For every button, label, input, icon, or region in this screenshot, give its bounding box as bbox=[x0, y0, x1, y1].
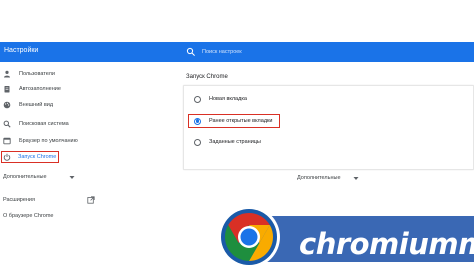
sidebar-item-label: Браузер по умолчанию bbox=[19, 138, 78, 144]
startup-option-continue[interactable]: Ранее открытые вкладки bbox=[188, 114, 280, 128]
chevron-down-icon bbox=[353, 176, 359, 180]
sidebar-item-label: Автозаполнение bbox=[19, 86, 61, 92]
settings-header: Настройки bbox=[0, 42, 474, 62]
page-title: Настройки bbox=[4, 47, 39, 54]
radio-button[interactable] bbox=[194, 95, 201, 103]
browser-icon bbox=[3, 137, 11, 145]
sidebar-item-appearance[interactable]: Внешний вид bbox=[0, 99, 53, 111]
clipboard-icon bbox=[4, 86, 10, 93]
watermark-text: chromiumm bbox=[299, 227, 474, 261]
chromiumm-watermark: chromiumm bbox=[213, 202, 474, 270]
startup-options-card: Новая вкладка Ранее открытые вкладки Зад… bbox=[183, 85, 474, 170]
sidebar-extensions-link[interactable]: Расширения bbox=[3, 196, 95, 204]
option-label: Новая вкладка bbox=[209, 96, 247, 102]
sidebar-item-label: Внешний вид bbox=[19, 102, 54, 108]
sidebar-item-search-engine[interactable]: Поисковая система bbox=[0, 118, 69, 130]
startup-option-new-tab[interactable]: Новая вкладка bbox=[194, 93, 247, 105]
search-icon bbox=[3, 120, 11, 128]
chevron-down-icon bbox=[69, 175, 75, 179]
power-icon bbox=[3, 153, 11, 161]
sidebar-item-autofill[interactable]: Автозаполнение bbox=[0, 83, 61, 95]
sidebar-advanced-label: Дополнительные bbox=[3, 174, 47, 180]
palette-icon bbox=[3, 101, 11, 109]
startup-option-specific-pages[interactable]: Заданные страницы bbox=[194, 136, 261, 148]
chrome-logo-icon bbox=[218, 206, 280, 268]
sidebar-item-users[interactable]: Пользователи bbox=[0, 68, 55, 80]
advanced-label: Дополнительные bbox=[297, 175, 341, 181]
open-in-new-icon bbox=[87, 196, 95, 204]
sidebar-item-on-startup[interactable]: Запуск Chrome bbox=[1, 151, 60, 163]
radio-button[interactable] bbox=[194, 138, 201, 146]
search-icon bbox=[186, 47, 195, 56]
sidebar: Пользователи Автозаполнение Внешний вид … bbox=[0, 62, 175, 232]
sidebar-item-label: Поисковая система bbox=[19, 121, 69, 127]
sidebar-about-label: О браузере Chrome bbox=[3, 213, 54, 219]
person-icon bbox=[4, 70, 10, 78]
sidebar-item-label: Пользователи bbox=[19, 71, 55, 77]
option-label: Ранее открытые вкладки bbox=[209, 118, 273, 124]
sidebar-extensions-label: Расширения bbox=[3, 197, 35, 203]
sidebar-item-label: Запуск Chrome bbox=[18, 154, 57, 160]
section-title: Запуск Chrome bbox=[186, 74, 228, 80]
advanced-toggle[interactable]: Дополнительные bbox=[297, 175, 359, 181]
sidebar-advanced-toggle[interactable]: Дополнительные bbox=[3, 174, 75, 180]
search-box[interactable] bbox=[184, 45, 304, 59]
sidebar-about-link[interactable]: О браузере Chrome bbox=[3, 213, 54, 219]
option-label: Заданные страницы bbox=[209, 139, 261, 145]
radio-button-selected[interactable] bbox=[194, 117, 201, 125]
search-input[interactable] bbox=[202, 49, 302, 55]
sidebar-item-default-browser[interactable]: Браузер по умолчанию bbox=[0, 135, 78, 147]
